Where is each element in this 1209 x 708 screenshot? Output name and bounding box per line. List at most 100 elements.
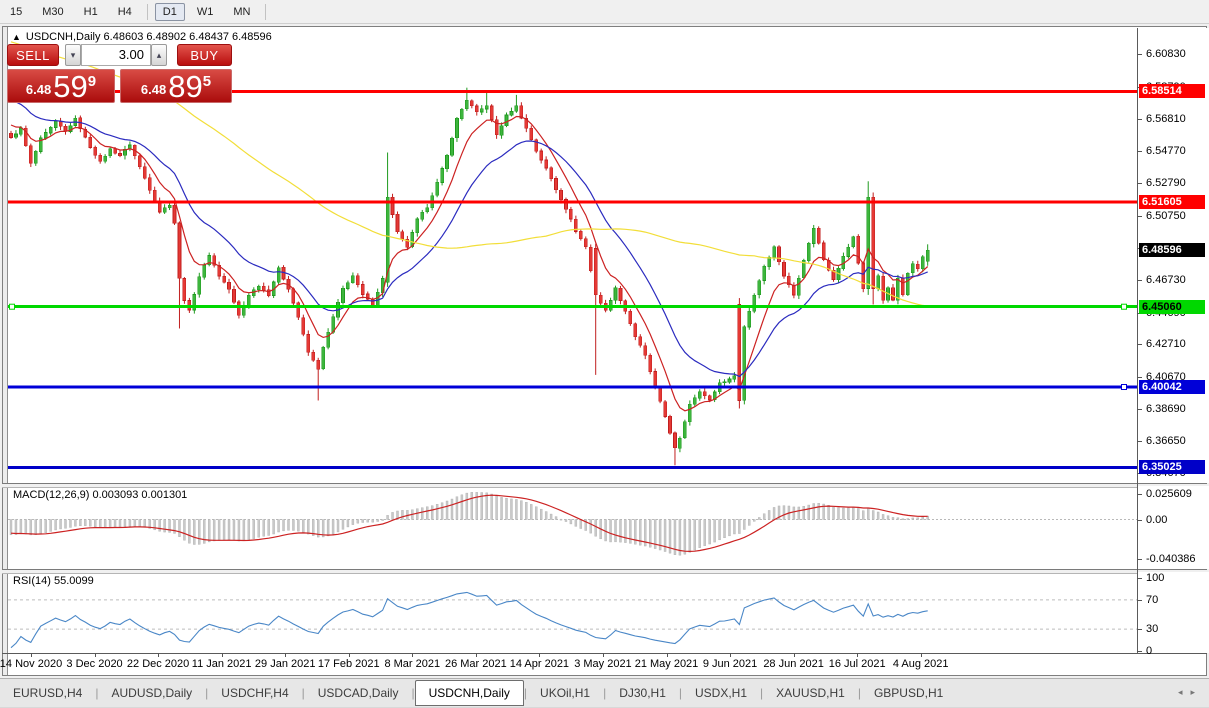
rsi-tick-label: 30	[1146, 623, 1159, 636]
ema-8-line	[10, 115, 929, 412]
timeframe-m30[interactable]: M30	[34, 3, 71, 21]
date-label: 21 May 2021	[634, 658, 699, 670]
tab-usdcad-daily[interactable]: USDCAD,Daily	[305, 682, 412, 704]
horizontal-line-6.45060[interactable]	[8, 303, 1137, 310]
date-label: 26 Mar 2021	[444, 658, 507, 670]
buy-price-sup: 5	[202, 73, 212, 90]
buy-button[interactable]: BUY	[177, 44, 232, 66]
chart-symbol-icon: ▲	[12, 32, 21, 42]
date-label: 17 Feb 2021	[317, 658, 380, 670]
rsi-tick	[1137, 629, 1142, 631]
date-label: 29 Jan 2021	[254, 658, 316, 670]
price-axis[interactable]: 6.608306.587906.568106.547706.527906.507…	[1137, 28, 1209, 483]
macd-tick	[1137, 519, 1142, 521]
date-label: 14 Apr 2021	[509, 658, 570, 670]
buy-price-big: 89	[168, 69, 203, 104]
price-tick-label: 6.52790	[1146, 177, 1186, 190]
candles	[9, 87, 930, 466]
date-label: 22 Dec 2020	[126, 658, 190, 670]
volume-decrease-button[interactable]: ▾	[65, 44, 81, 66]
panel-separator-macd[interactable]	[2, 483, 1207, 488]
spinner-up-icon: ▴	[156, 50, 162, 60]
price-tick	[1137, 408, 1142, 410]
price-tick-label: 6.50750	[1146, 209, 1186, 222]
line-handle[interactable]	[1121, 303, 1127, 310]
date-label: 28 Jun 2021	[763, 658, 824, 670]
price-tick-label: 6.46730	[1146, 274, 1186, 286]
rsi-title: RSI(14)	[13, 575, 51, 587]
volume-input[interactable]: 3.00	[81, 44, 151, 66]
panel-separator-rsi[interactable]	[2, 569, 1207, 574]
rsi-tick	[1137, 651, 1142, 652]
volume-increase-button[interactable]: ▴	[151, 44, 167, 66]
ema-21-line	[10, 98, 928, 378]
tab-eurusd-h4[interactable]: EURUSD,H4	[0, 682, 95, 704]
sell-button[interactable]: SELL	[7, 44, 59, 66]
rsi-tick	[1137, 599, 1142, 601]
timeframe-h1[interactable]: H1	[76, 3, 106, 21]
timeframe-mn[interactable]: MN	[225, 3, 258, 21]
price-tick-label: 6.54770	[1146, 145, 1186, 158]
line-handle[interactable]	[9, 303, 15, 310]
timeframe-d1[interactable]: D1	[154, 2, 185, 21]
tab-audusd-daily[interactable]: AUDUSD,Daily	[98, 682, 205, 704]
horizontal-line-6.40042[interactable]	[8, 384, 1137, 391]
date-axis[interactable]: 14 Nov 2020 3 Dec 2020 22 Dec 2020 11 Jan 2…	[0, 653, 1137, 674]
tab-xauusd-h1[interactable]: XAUUSD,H1	[763, 682, 858, 704]
sell-price-big: 59	[53, 69, 88, 104]
chart-ohlc-values: 6.48603 6.48902 6.48437 6.48596	[103, 31, 272, 43]
price-tick	[1137, 54, 1142, 56]
timeframe-h4[interactable]: H4	[110, 3, 140, 21]
date-tick	[920, 653, 922, 657]
date-label: 3 Dec 2020	[66, 658, 123, 670]
price-tick	[1137, 118, 1142, 120]
rsi-tick-label: 70	[1146, 593, 1159, 606]
tab-usdcnh-daily[interactable]: USDCNH,Daily	[414, 680, 524, 706]
tab-gbpusd-h1[interactable]: GBPUSD,H1	[861, 682, 956, 704]
spinner-down-icon: ▾	[70, 50, 76, 60]
date-tick	[666, 653, 668, 657]
tab-usdx-h1[interactable]: USDX,H1	[682, 682, 760, 704]
rsi-value: 55.0099	[53, 575, 94, 587]
tab-scroll-arrows[interactable]: ◂▸	[1178, 687, 1203, 698]
date-label: 11 Jan 2021	[191, 658, 252, 670]
date-label: 14 Nov 2020	[0, 658, 63, 670]
macd-histogram	[9, 492, 929, 556]
price-tick	[1137, 280, 1142, 281]
price-tick	[1137, 151, 1142, 153]
date-tick	[539, 653, 541, 657]
price-badge: 6.35025	[1139, 460, 1205, 475]
buy-price-box[interactable]: 6.48 89 5	[120, 69, 232, 103]
date-tick	[221, 653, 223, 657]
date-tick	[475, 653, 477, 657]
price-tick-label: 6.36650	[1146, 435, 1186, 448]
macd-axis[interactable]: 0.025609 0.00 -0.040386	[1137, 486, 1209, 569]
tab-usdchf-h4[interactable]: USDCHF,H4	[208, 682, 301, 704]
one-click-trading-panel: SELL ▾ 3.00 ▴ BUY 6.48 59 9 6.48 89 5	[7, 44, 232, 103]
price-badge: 6.58514	[1139, 84, 1205, 99]
timeframe-15[interactable]: 15	[2, 3, 30, 21]
buy-price-prefix: 6.48	[140, 82, 167, 97]
date-tick	[348, 653, 350, 657]
price-tick-label: 6.42710	[1146, 338, 1186, 351]
macd-values: 0.003093 0.001301	[92, 489, 188, 501]
rsi-indicator-canvas[interactable]	[8, 572, 1137, 653]
price-badge: 6.51605	[1139, 195, 1205, 209]
date-tick	[158, 653, 160, 657]
rsi-axis[interactable]: 100 70 30 0	[1137, 572, 1209, 657]
date-tick	[730, 653, 732, 657]
timeframe-w1[interactable]: W1	[189, 3, 222, 21]
price-tick-label: 6.38690	[1146, 402, 1186, 415]
tab-ukoil-h1[interactable]: UKOil,H1	[527, 682, 603, 704]
macd-label: MACD(12,26,9) 0.003093 0.001301	[13, 489, 187, 501]
price-tick	[1137, 441, 1142, 443]
date-label: 9 Jun 2021	[702, 658, 758, 670]
tab-dj30-h1[interactable]: DJ30,H1	[606, 682, 679, 704]
sell-price-prefix: 6.48	[25, 82, 52, 97]
price-tick	[1137, 215, 1142, 217]
date-tick	[285, 653, 287, 657]
line-handle[interactable]	[1121, 384, 1127, 391]
date-label: 16 Jul 2021	[828, 658, 886, 670]
price-badge: 6.48596	[1139, 243, 1205, 258]
sell-price-box[interactable]: 6.48 59 9	[7, 69, 115, 103]
